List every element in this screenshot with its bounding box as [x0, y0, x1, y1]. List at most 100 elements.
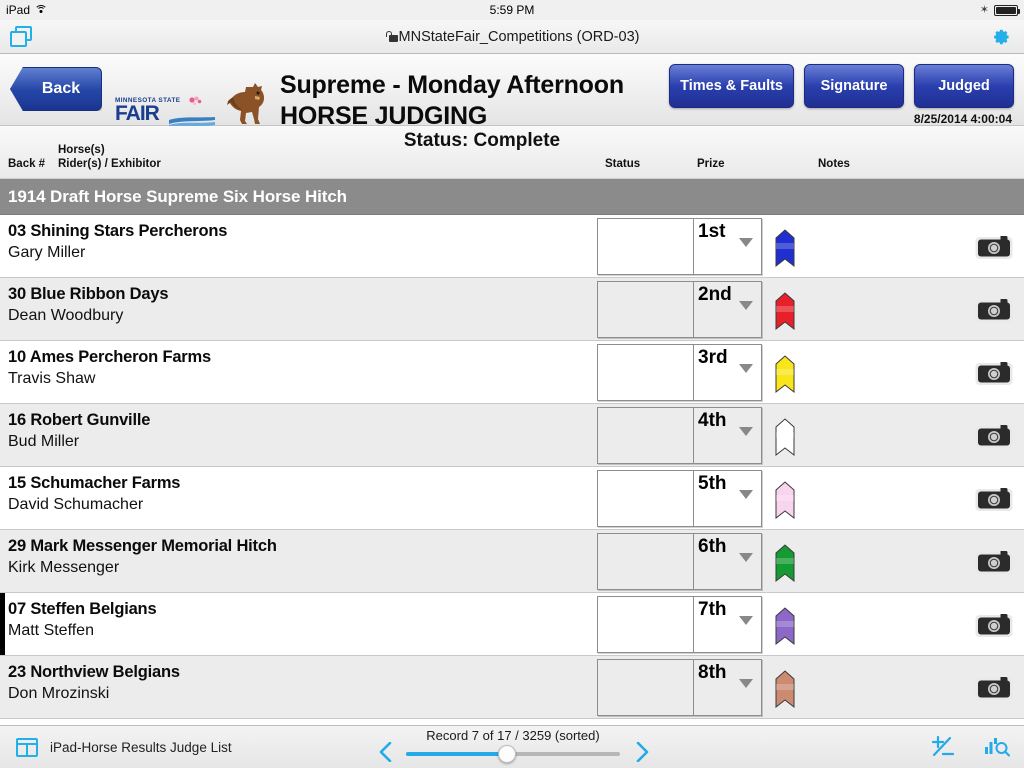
- results-list[interactable]: 03 Shining Stars Percherons Gary Miller 1s…: [0, 215, 1024, 725]
- prize-dropdown[interactable]: 5th: [694, 471, 761, 526]
- column-header-prize: Prize: [697, 158, 725, 170]
- rider-name: Gary Miller: [8, 244, 86, 261]
- page-title: Supreme - Monday Afternoon HORSE JUDGING: [280, 70, 624, 132]
- horse-name: 07 Steffen Belgians: [8, 600, 157, 618]
- table-row[interactable]: 03 Shining Stars Percherons Gary Miller 1s…: [0, 215, 1024, 278]
- prize-dropdown[interactable]: 6th: [694, 534, 761, 589]
- table-row[interactable]: 30 Blue Ribbon Days Dean Woodbury 2nd: [0, 278, 1024, 341]
- table-row[interactable]: 29 Mark Messenger Memorial Hitch Kirk Mes…: [0, 530, 1024, 593]
- ios-status-bar: iPad 5:59 PM ✶: [0, 0, 1024, 20]
- filemaker-toolbar: MNStateFair_Competitions (ORD-03): [0, 20, 1024, 54]
- chevron-right-icon[interactable]: [636, 741, 650, 762]
- logo-flower-icon: [189, 96, 202, 106]
- chevron-down-icon[interactable]: [739, 490, 753, 499]
- chevron-down-icon[interactable]: [739, 616, 753, 625]
- lock-icon: [385, 31, 399, 42]
- app-root: iPad 5:59 PM ✶ MNStateFair_Competitions …: [0, 0, 1024, 768]
- column-header-status: Status: [605, 158, 641, 170]
- status-prize-field-group: 2nd: [597, 281, 762, 338]
- blue-ribbon: [775, 229, 795, 267]
- judged-button[interactable]: Judged: [914, 64, 1014, 108]
- status-field[interactable]: [598, 534, 694, 589]
- table-row[interactable]: 07 Steffen Belgians Matt Steffen 7th: [0, 593, 1024, 656]
- chevron-left-icon[interactable]: [378, 741, 392, 762]
- table-row[interactable]: 16 Robert Gunville Bud Miller 4th: [0, 404, 1024, 467]
- layout-name-label[interactable]: iPad-Horse Results Judge List: [50, 740, 232, 755]
- red-ribbon: [775, 292, 795, 330]
- prize-dropdown[interactable]: 8th: [694, 660, 761, 715]
- file-title-area: MNStateFair_Competitions (ORD-03): [0, 29, 1024, 45]
- purple-ribbon: [775, 607, 795, 645]
- rider-name: Bud Miller: [8, 433, 80, 450]
- prize-dropdown[interactable]: 1st: [694, 219, 761, 274]
- row-name-block: 16 Robert Gunville Bud Miller: [8, 409, 150, 453]
- table-row[interactable]: 10 Ames Percheron Farms Travis Shaw 3rd: [0, 341, 1024, 404]
- status-prize-field-group: 3rd: [597, 344, 762, 401]
- gear-icon[interactable]: [990, 26, 1012, 48]
- camera-icon[interactable]: [974, 485, 1014, 513]
- prize-dropdown[interactable]: 4th: [694, 408, 761, 463]
- camera-icon[interactable]: [974, 233, 1014, 261]
- row-name-block: 10 Ames Percheron Farms Travis Shaw: [8, 346, 211, 390]
- page-title-line-1: Supreme - Monday Afternoon: [280, 71, 624, 99]
- prize-dropdown[interactable]: 7th: [694, 597, 761, 652]
- camera-icon[interactable]: [974, 611, 1014, 639]
- chevron-down-icon[interactable]: [739, 364, 753, 373]
- status-field[interactable]: [598, 597, 694, 652]
- yellow-ribbon: [775, 355, 795, 393]
- status-field[interactable]: [598, 660, 694, 715]
- column-header-notes: Notes: [818, 158, 850, 170]
- camera-icon[interactable]: [974, 359, 1014, 387]
- row-name-block: 15 Schumacher Farms David Schumacher: [8, 472, 180, 516]
- record-counter-label: Record 7 of 17 / 3259 (sorted): [426, 727, 600, 743]
- record-slider[interactable]: [406, 744, 620, 763]
- prize-dropdown[interactable]: 2nd: [694, 282, 761, 337]
- app-header: Back MINNESOTA STATE FAIR Supreme - Mond…: [0, 54, 1024, 130]
- plus-minus-icon[interactable]: [930, 735, 956, 759]
- pink-ribbon: [775, 481, 795, 519]
- signature-button[interactable]: Signature: [804, 64, 904, 108]
- bottom-toolbar: iPad-Horse Results Judge List Record 7 o…: [0, 725, 1024, 768]
- times-and-faults-button[interactable]: Times & Faults: [669, 64, 794, 108]
- column-header: Status: Complete Back # Horse(s) Rider(s…: [0, 126, 1024, 179]
- row-name-block: 30 Blue Ribbon Days Dean Woodbury: [8, 283, 169, 327]
- row-name-block: 23 Northview Belgians Don Mrozinski: [8, 661, 180, 705]
- chevron-down-icon[interactable]: [739, 238, 753, 247]
- rider-name: Don Mrozinski: [8, 685, 110, 702]
- row-name-block: 03 Shining Stars Percherons Gary Miller: [8, 220, 227, 264]
- status-field[interactable]: [598, 219, 694, 274]
- camera-icon[interactable]: [974, 548, 1014, 576]
- table-row[interactable]: 15 Schumacher Farms David Schumacher 5th: [0, 467, 1024, 530]
- prize-dropdown[interactable]: 3rd: [694, 345, 761, 400]
- layout-icon[interactable]: [16, 737, 38, 757]
- slider-knob[interactable]: [497, 744, 516, 763]
- horse-name: 10 Ames Percheron Farms: [8, 348, 211, 366]
- table-row[interactable]: 23 Northview Belgians Don Mrozinski 8th: [0, 656, 1024, 719]
- camera-icon[interactable]: [974, 422, 1014, 450]
- status-prize-field-group: 4th: [597, 407, 762, 464]
- camera-icon[interactable]: [974, 296, 1014, 324]
- status-field[interactable]: [598, 408, 694, 463]
- horse-icon: [227, 83, 264, 124]
- chevron-down-icon[interactable]: [739, 301, 753, 310]
- column-header-horses: Horse(s): [58, 144, 105, 156]
- status-bar-right: ✶: [980, 4, 1020, 16]
- group-header-row: 1914 Draft Horse Supreme Six Horse Hitch: [0, 179, 1024, 215]
- status-prize-field-group: 8th: [597, 659, 762, 716]
- row-name-block: 07 Steffen Belgians Matt Steffen: [8, 598, 157, 642]
- horse-name: 30 Blue Ribbon Days: [8, 285, 169, 303]
- back-button[interactable]: Back: [10, 67, 102, 111]
- status-field[interactable]: [598, 345, 694, 400]
- chevron-down-icon[interactable]: [739, 427, 753, 436]
- rider-name: David Schumacher: [8, 496, 144, 513]
- sort-find-icon[interactable]: [984, 735, 1010, 759]
- record-navigator: Record 7 of 17 / 3259 (sorted): [368, 726, 658, 768]
- status-prize-field-group: 7th: [597, 596, 762, 653]
- chevron-down-icon[interactable]: [739, 553, 753, 562]
- camera-icon[interactable]: [974, 674, 1014, 702]
- chevron-down-icon[interactable]: [739, 679, 753, 688]
- status-field[interactable]: [598, 282, 694, 337]
- battery-icon: [994, 4, 1020, 16]
- status-field[interactable]: [598, 471, 694, 526]
- horse-name: 03 Shining Stars Percherons: [8, 222, 228, 240]
